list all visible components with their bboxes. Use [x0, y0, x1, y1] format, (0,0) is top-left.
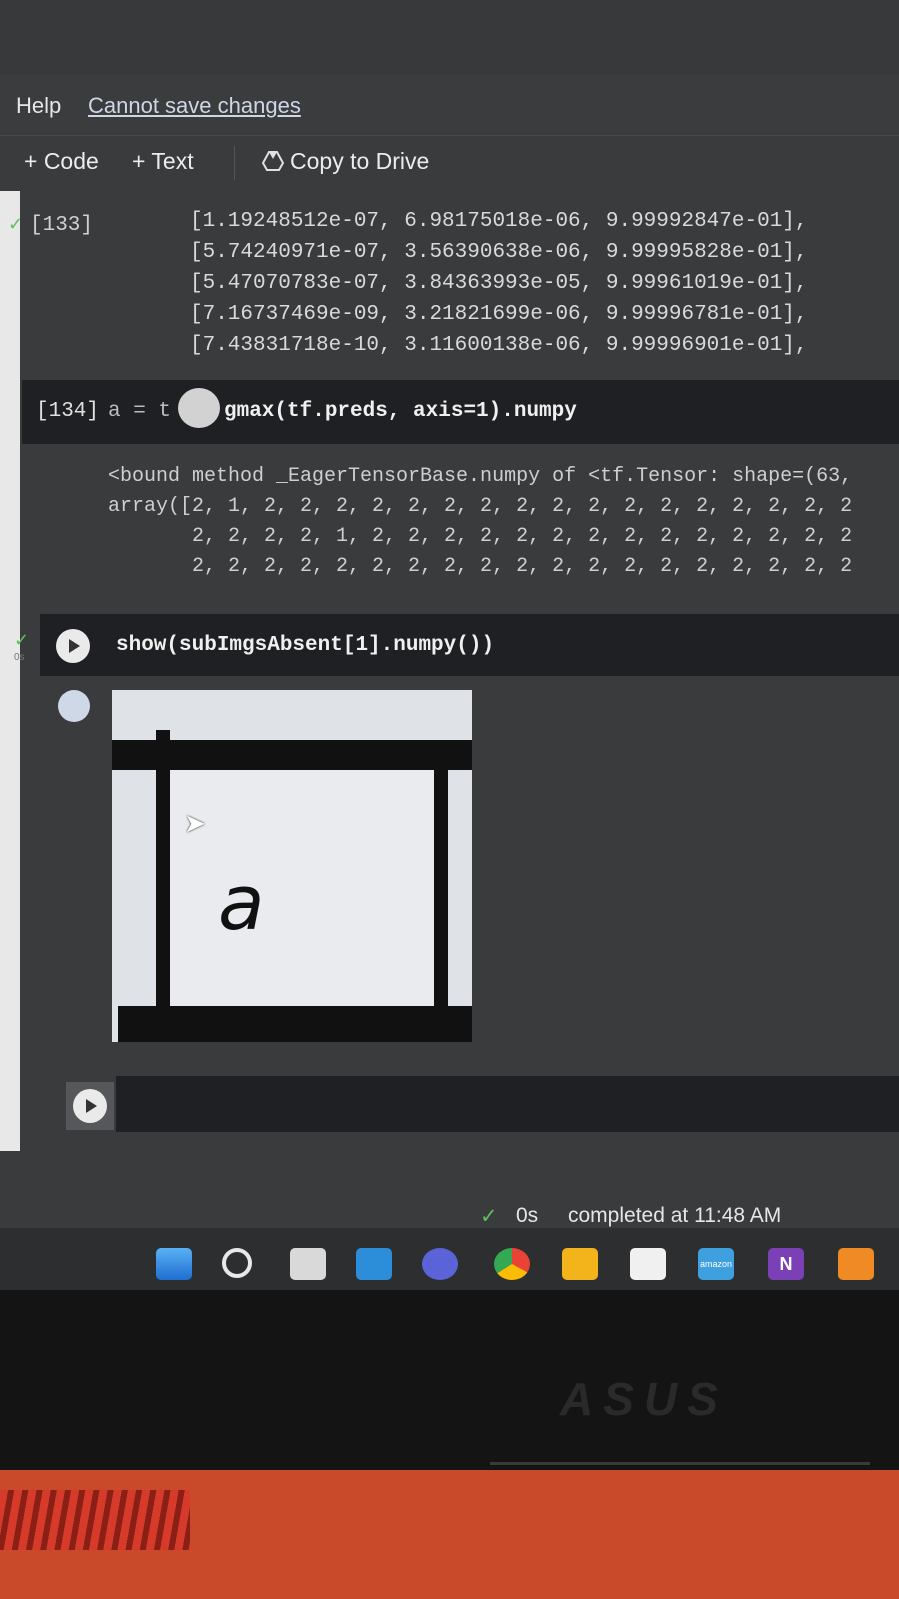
file-explorer-icon[interactable] [562, 1248, 598, 1280]
cell-133-output: [1.19248512e-07, 6.98175018e-06, 9.99992… [190, 206, 808, 361]
output-line: 2, 2, 2, 2, 2, 2, 2, 2, 2, 2, 2, 2, 2, 2… [108, 555, 853, 578]
drive-icon [261, 151, 285, 171]
task-view-icon[interactable] [290, 1248, 326, 1280]
output-line: [7.16737469e-09, 3.21821699e-06, 9.99996… [190, 303, 808, 326]
laptop-bezel [0, 1290, 899, 1470]
glare-spot [178, 388, 220, 428]
add-code-button[interactable]: + Code [24, 148, 99, 175]
onenote-icon[interactable]: N [768, 1248, 804, 1280]
mouse-cursor-icon: ➤ [184, 808, 206, 838]
image-bar-bottom [118, 1006, 472, 1042]
add-text-button[interactable]: + Text [132, 148, 194, 175]
image-bar-right [434, 770, 448, 1042]
output-image: a [112, 690, 472, 1042]
check-icon: ✓ [14, 630, 30, 650]
output-line: array([2, 1, 2, 2, 2, 2, 2, 2, 2, 2, 2, … [108, 495, 853, 518]
microsoft-store-icon[interactable] [630, 1248, 666, 1280]
search-icon[interactable] [222, 1248, 252, 1278]
amazon-music-icon[interactable]: amazon music [698, 1248, 734, 1301]
image-bar-left [156, 730, 170, 1042]
windows-start-icon[interactable] [156, 1248, 192, 1280]
widgets-icon[interactable] [356, 1248, 392, 1280]
copy-to-drive-button[interactable]: Copy to Drive [290, 148, 429, 175]
sublime-icon[interactable] [838, 1248, 874, 1280]
left-sidebar-edge [0, 191, 20, 1151]
image-cell [170, 770, 434, 1006]
asus-logo: ASUS [560, 1373, 728, 1425]
keyboard-grille [0, 1490, 190, 1550]
cannot-save-link[interactable]: Cannot save changes [88, 93, 301, 119]
output-line: <bound method _EagerTensorBase.numpy of … [108, 465, 853, 488]
teams-chat-icon[interactable] [422, 1248, 458, 1280]
chrome-icon[interactable] [494, 1248, 530, 1280]
output-line: 2, 2, 2, 2, 1, 2, 2, 2, 2, 2, 2, 2, 2, 2… [108, 525, 853, 548]
help-menu[interactable]: Help [16, 93, 61, 119]
cell-133-prompt: [133] [30, 214, 94, 237]
check-icon: ✓ [8, 214, 24, 234]
status-message: completed at 11:48 AM [568, 1204, 782, 1227]
cell-134-output: <bound method _EagerTensorBase.numpy of … [108, 462, 852, 582]
run-cell-button[interactable] [73, 1089, 107, 1123]
code-text: a = t [108, 400, 172, 423]
status-time: 0s [516, 1204, 539, 1227]
output-avatar-icon [58, 690, 90, 722]
menu-bar: Help Cannot save changes [0, 75, 899, 135]
run-cell-button[interactable] [56, 629, 90, 663]
top-area [0, 0, 899, 75]
status-check-icon: ✓ [480, 1205, 498, 1228]
output-line: [1.19248512e-07, 6.98175018e-06, 9.99992… [190, 210, 808, 233]
toolbar-divider [234, 146, 235, 180]
code-text: gmax(tf.preds, axis=1).numpy [224, 400, 577, 423]
code-text: show(subImgsAbsent[1].numpy()) [116, 634, 495, 657]
bezel-edge [490, 1462, 870, 1465]
output-line: [5.47070783e-07, 3.84363993e-05, 9.99961… [190, 272, 808, 295]
output-line: [5.74240971e-07, 3.56390638e-06, 9.99995… [190, 241, 808, 264]
cell-134-prompt: [134] [36, 400, 100, 423]
cell-exec-time: 0s [14, 652, 25, 663]
image-letter: a [218, 858, 265, 947]
empty-code-cell[interactable] [116, 1076, 899, 1132]
output-line: [7.43831718e-10, 3.11600138e-06, 9.99996… [190, 334, 808, 357]
